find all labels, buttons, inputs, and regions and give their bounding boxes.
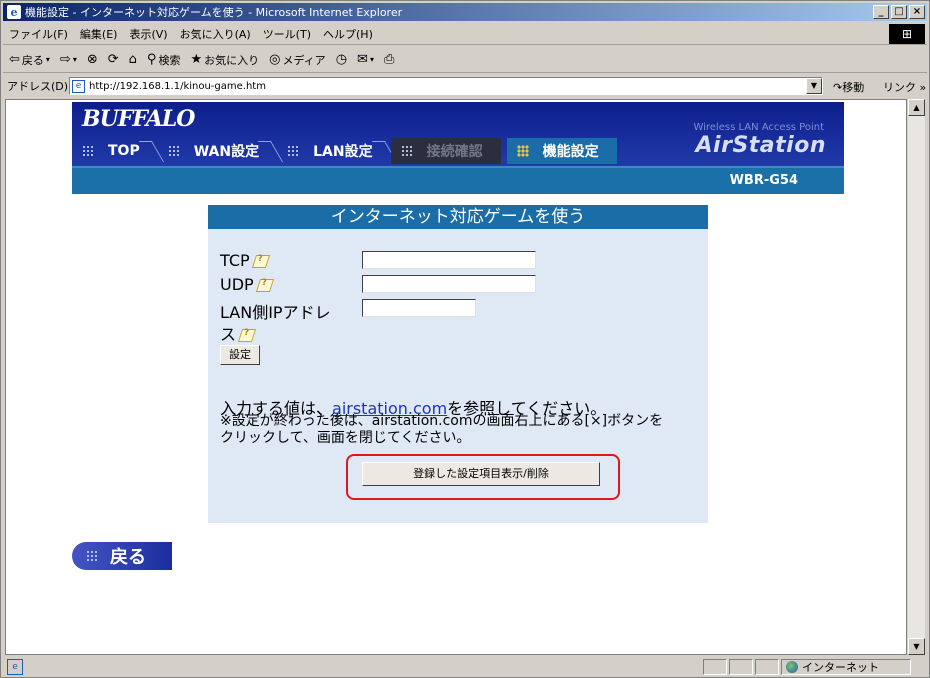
search-button[interactable]: ⚲ 検索 — [147, 52, 181, 68]
tab-dots-icon — [400, 145, 413, 157]
window-title: 機能設定 - インターネット対応ゲームを使う - Microsoft Inter… — [25, 6, 403, 19]
menu-edit[interactable]: 編集(E) — [74, 26, 124, 42]
note-line-2: クリックして、画面を閉じてください。 — [220, 430, 471, 446]
page-icon: e — [72, 79, 85, 93]
help-icon[interactable]: ? — [238, 328, 254, 341]
page-viewport: BUFFALO Wireless LAN Access Point AirSta… — [5, 99, 907, 655]
menu-view[interactable]: 表示(V) — [123, 26, 173, 42]
refresh-icon: ⟳ — [107, 52, 119, 67]
stop-icon: ⊗ — [86, 52, 98, 67]
home-button[interactable]: ⌂ — [129, 52, 137, 67]
menu-help[interactable]: ヘルプ(H) — [317, 26, 379, 42]
globe-icon — [786, 661, 798, 673]
refresh-button[interactable]: ⟳ — [108, 52, 119, 67]
back-button[interactable]: 戻る — [72, 542, 172, 570]
menu-favorites[interactable]: お気に入り(A) — [174, 26, 257, 42]
scroll-up-button[interactable]: ▲ — [908, 99, 925, 116]
browser-window: e 機能設定 - インターネット対応ゲームを使う - Microsoft Int… — [0, 0, 930, 678]
toolbar: ⇦ 戻る ▾ ⇨ ▾ ⊗ ⟳ ⌂ ⚲ 検索 ★ お気に入り ◎ メディア ◷ ✉ ▾ ⎙ — [3, 47, 927, 73]
print-button[interactable]: ⎙ — [384, 52, 394, 67]
model-bar: WBR-G54 — [72, 166, 844, 194]
tcp-label: TCP? — [220, 251, 268, 270]
tab-dots-icon — [82, 145, 94, 157]
address-dropdown-button[interactable]: ▼ — [806, 78, 822, 94]
history-button[interactable]: ◷ — [336, 52, 347, 67]
security-zone: インターネット — [781, 659, 911, 675]
tab-connection-check: 接続確認 — [390, 138, 501, 164]
lan-ip-label-cont: ス? — [220, 321, 254, 345]
maximize-button[interactable]: □ — [891, 5, 907, 19]
menu-tools[interactable]: ツール(T) — [257, 26, 317, 42]
favorites-button[interactable]: ★ お気に入り — [190, 52, 259, 68]
title-bar: e 機能設定 - インターネット対応ゲームを使う - Microsoft Int… — [3, 3, 927, 21]
scroll-down-button[interactable]: ▼ — [908, 638, 925, 655]
tab-dots-icon — [167, 145, 180, 157]
buffalo-logo: BUFFALO — [82, 106, 195, 132]
set-button[interactable]: 設定 — [220, 345, 260, 365]
status-bar: e インターネット — [3, 657, 927, 677]
favorites-icon: ★ — [190, 52, 203, 67]
search-icon: ⚲ — [146, 52, 157, 67]
udp-input[interactable] — [362, 275, 536, 293]
links-button[interactable]: リンク » — [883, 79, 926, 95]
header-tagline: Wireless LAN Access Point — [693, 122, 824, 133]
lan-ip-input[interactable] — [362, 299, 476, 317]
mail-button[interactable]: ✉ ▾ — [357, 52, 374, 67]
menu-bar: ファイル(F) 編集(E) 表示(V) お気に入り(A) ツール(T) ヘルプ(… — [3, 23, 927, 45]
nav-tabs: TOP WAN設定 LAN設定 接続確認 機能設定 — [72, 138, 617, 164]
status-cell — [729, 659, 753, 675]
ie-icon: e — [7, 5, 21, 19]
stop-button[interactable]: ⊗ — [87, 52, 98, 67]
tab-dots-icon — [287, 145, 300, 157]
mail-icon: ✉ — [357, 52, 368, 67]
tab-top[interactable]: TOP — [72, 138, 158, 164]
airstation-logo: AirStation — [695, 133, 826, 158]
vertical-scrollbar[interactable]: ▲ ▼ — [907, 99, 925, 655]
router-header: BUFFALO Wireless LAN Access Point AirSta… — [72, 102, 844, 166]
show-delete-registered-button[interactable]: 登録した設定項目表示/削除 — [362, 462, 600, 486]
back-dots-icon — [86, 550, 98, 562]
close-button[interactable]: × — [909, 5, 925, 19]
help-icon[interactable]: ? — [252, 254, 268, 267]
windows-logo-icon: ⊞ — [889, 24, 925, 44]
history-icon: ◷ — [335, 52, 348, 67]
print-icon: ⎙ — [383, 52, 395, 67]
home-icon: ⌂ — [128, 52, 137, 67]
tab-dots-icon — [516, 145, 529, 157]
address-input[interactable]: e http://192.168.1.1/kinou-game.htm ▼ — [69, 77, 823, 95]
help-icon[interactable]: ? — [256, 278, 272, 291]
address-url: http://192.168.1.1/kinou-game.htm — [89, 80, 266, 92]
tab-wan-settings[interactable]: WAN設定 — [158, 138, 277, 164]
status-cell — [703, 659, 727, 675]
media-button[interactable]: ◎ メディア — [269, 52, 326, 68]
udp-label: UDP? — [220, 275, 272, 294]
lan-ip-label: LAN側IPアドレ — [220, 303, 331, 322]
tcp-input[interactable] — [362, 251, 536, 269]
panel-title: インターネット対応ゲームを使う — [208, 205, 708, 229]
back-nav-button[interactable]: ⇦ 戻る ▾ — [9, 52, 50, 68]
minimize-button[interactable]: _ — [873, 5, 889, 19]
tab-lan-settings[interactable]: LAN設定 — [277, 138, 390, 164]
forward-arrow-icon: ⇨ — [59, 52, 71, 67]
address-bar: アドレス(D) e http://192.168.1.1/kinou-game.… — [3, 75, 927, 97]
back-arrow-icon: ⇦ — [9, 52, 20, 67]
go-button[interactable]: ↷移動 — [833, 79, 864, 95]
forward-nav-button[interactable]: ⇨ ▾ — [60, 52, 77, 67]
menu-file[interactable]: ファイル(F) — [3, 26, 74, 42]
tab-function-settings[interactable]: 機能設定 — [506, 138, 617, 164]
media-icon: ◎ — [269, 52, 281, 67]
address-label: アドレス(D) — [7, 80, 69, 93]
page-status-icon: e — [7, 659, 23, 675]
note-line-1: ※設定が終わった後は、airstation.comの画面右上にある[×]ボタンを — [220, 413, 664, 429]
status-cell — [755, 659, 779, 675]
model-name: WBR-G54 — [729, 173, 798, 188]
